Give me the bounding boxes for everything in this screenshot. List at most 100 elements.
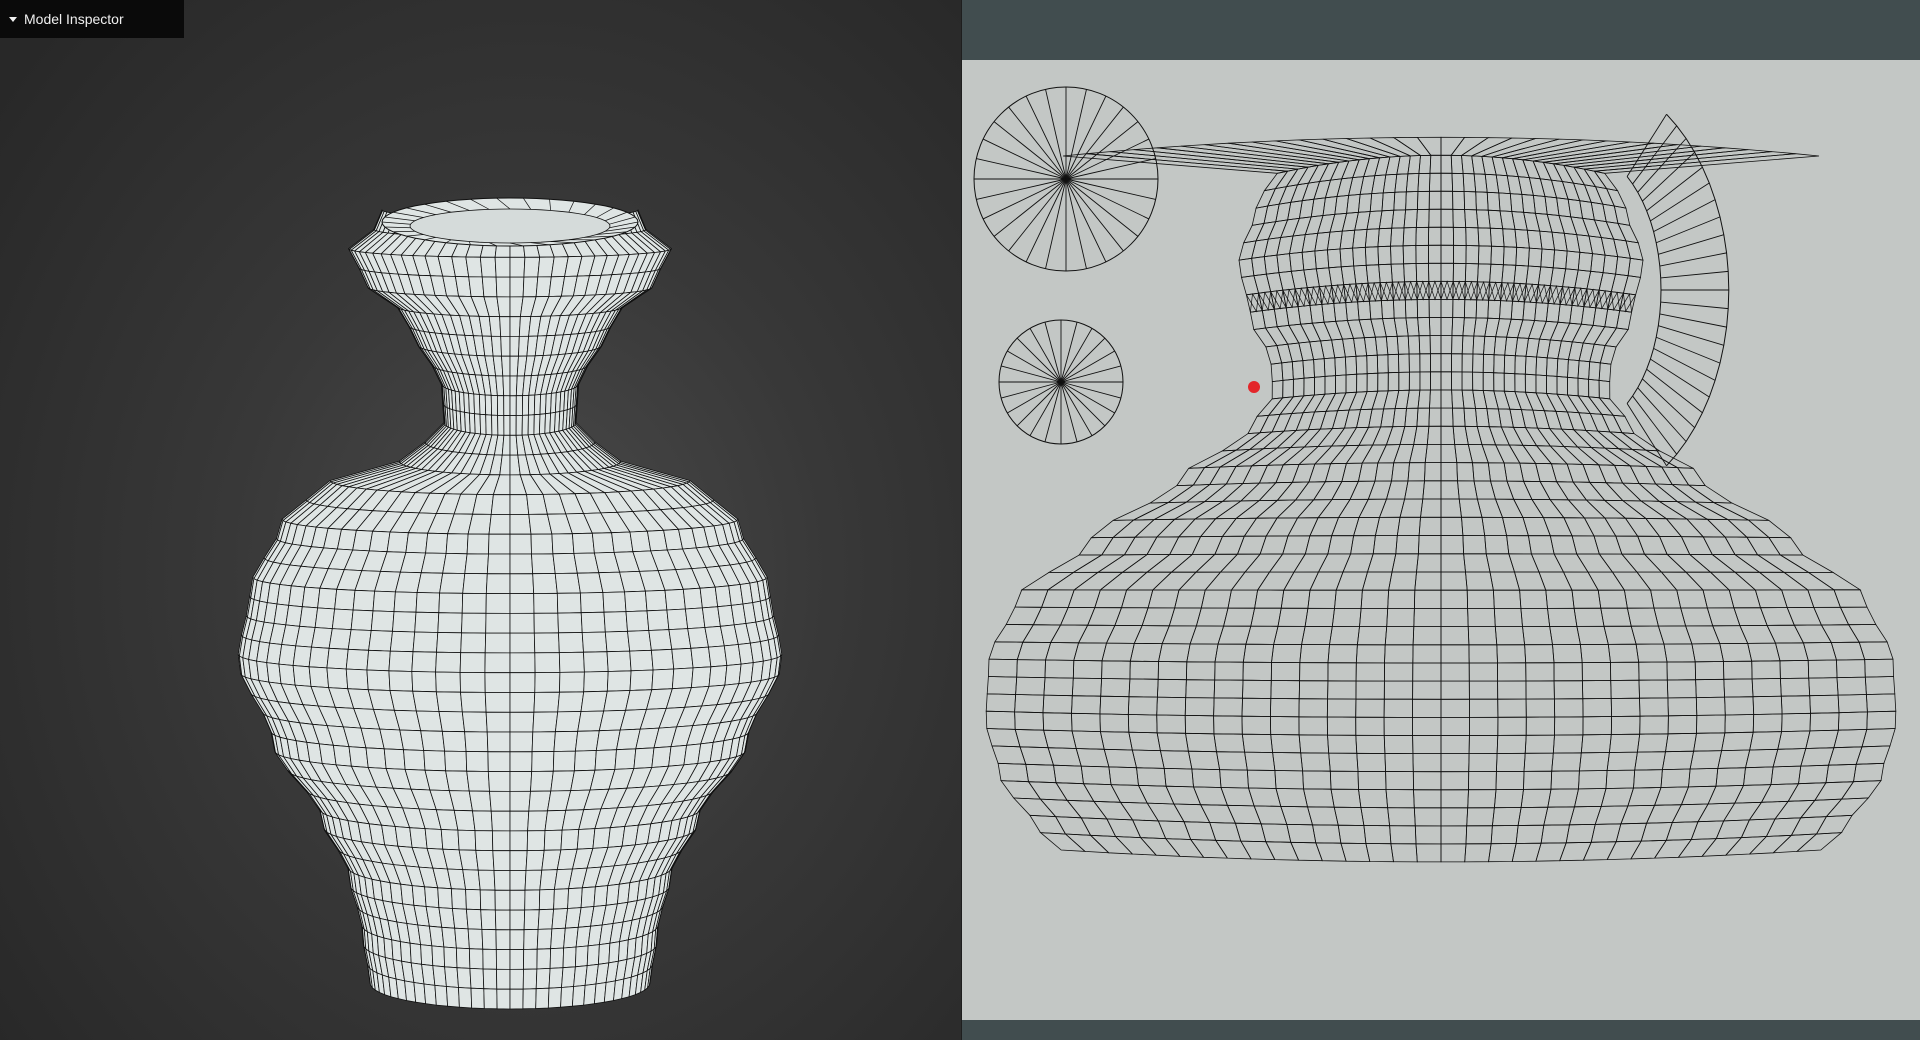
vase-face xyxy=(445,770,470,792)
vase-face xyxy=(576,828,596,850)
uv-face xyxy=(1495,174,1511,195)
vase-face xyxy=(331,608,354,631)
uv-face xyxy=(1249,310,1266,330)
uv-face xyxy=(1043,677,1074,697)
uv-fan-spoke xyxy=(1653,347,1716,381)
vase-face xyxy=(352,589,376,612)
uv-face xyxy=(1317,498,1351,519)
uv-face xyxy=(1525,680,1555,700)
uv-face xyxy=(1317,553,1352,573)
uv-face xyxy=(1101,660,1131,680)
uv-face xyxy=(1638,679,1669,699)
uv-face xyxy=(1108,766,1139,786)
uv-face xyxy=(1269,716,1300,736)
uv-face xyxy=(1299,322,1322,343)
vase-face xyxy=(556,592,582,614)
uv-face xyxy=(1404,407,1419,427)
uv-face xyxy=(1744,748,1779,769)
uv-face xyxy=(1428,317,1442,337)
uv-face xyxy=(1050,624,1089,644)
uv-face xyxy=(1391,553,1419,573)
uv-face xyxy=(1277,607,1309,627)
vase-face xyxy=(496,968,511,990)
uv-face xyxy=(1535,842,1567,862)
uv-face xyxy=(1634,751,1666,771)
uv-face xyxy=(1570,216,1590,237)
vase-face xyxy=(501,355,511,377)
uv-face xyxy=(1588,378,1600,399)
vase-face xyxy=(308,666,330,689)
uv-face xyxy=(1562,268,1579,289)
uv-face xyxy=(1314,249,1330,270)
uv-face xyxy=(1462,535,1487,555)
uv-face xyxy=(985,710,1016,730)
vase-face xyxy=(534,652,561,674)
uv-face xyxy=(1363,825,1392,845)
vase-face xyxy=(405,532,429,554)
model-inspector-header[interactable]: Model Inspector xyxy=(0,0,184,38)
vase-face xyxy=(526,830,546,852)
uv-face xyxy=(1064,833,1110,854)
vase-face xyxy=(473,393,481,415)
uv-face xyxy=(1151,571,1197,591)
vase-face xyxy=(459,671,486,693)
3d-viewport[interactable]: Model Inspector xyxy=(0,0,961,1040)
vase-face xyxy=(701,606,721,628)
uv-face xyxy=(1712,625,1749,645)
uv-face xyxy=(1770,765,1802,786)
uv-face xyxy=(1276,481,1310,501)
vase-face xyxy=(345,668,369,691)
vase-face xyxy=(464,731,489,753)
uv-canvas[interactable] xyxy=(962,60,1920,1020)
uv-face xyxy=(1283,571,1320,591)
uv-face xyxy=(1156,678,1187,699)
uv-face xyxy=(1440,753,1470,773)
uv-face xyxy=(1071,712,1101,733)
vase-face xyxy=(509,612,535,634)
uv-face xyxy=(1239,482,1277,502)
uv-face xyxy=(1404,480,1425,500)
vase-face xyxy=(580,690,608,712)
caret-down-icon[interactable] xyxy=(9,16,17,22)
uv-face xyxy=(1377,227,1393,248)
uv-face xyxy=(1524,644,1555,664)
uv-face xyxy=(1253,327,1278,348)
vase-face xyxy=(571,984,586,1007)
uv-face xyxy=(1839,606,1877,626)
uv-face xyxy=(1361,444,1388,464)
uv-face xyxy=(1666,661,1697,681)
uv-face xyxy=(1501,157,1519,178)
uv-face xyxy=(1313,392,1337,413)
uv-face xyxy=(1358,426,1382,446)
uv-face xyxy=(1219,448,1265,468)
vase-face xyxy=(509,672,536,693)
uv-face xyxy=(1689,750,1723,770)
uv-face xyxy=(1579,200,1595,221)
uv-face xyxy=(1680,785,1717,806)
uv-face xyxy=(1639,715,1669,735)
uv-face xyxy=(1159,750,1193,770)
uv-face xyxy=(1440,280,1454,300)
uv-face xyxy=(1369,137,1422,157)
vase-face xyxy=(494,889,511,911)
uv-layout[interactable] xyxy=(962,60,1920,1020)
uv-face xyxy=(1586,270,1604,291)
uv-face xyxy=(1258,481,1294,502)
vase-face xyxy=(552,552,578,574)
uv-face xyxy=(1318,161,1340,182)
uv-face xyxy=(1333,806,1365,826)
uv-bottom-cap-island-spoke xyxy=(1060,381,1122,399)
vase-face xyxy=(509,316,521,337)
uv-face xyxy=(1546,339,1562,360)
uv-face xyxy=(1506,535,1532,555)
uv-face xyxy=(1420,498,1442,518)
uv-face xyxy=(1782,571,1836,591)
uv-face xyxy=(1549,625,1581,646)
uv-face xyxy=(1621,553,1663,573)
vase-face xyxy=(549,947,565,969)
uv-face xyxy=(1025,763,1057,784)
uv-editor-panel[interactable] xyxy=(962,0,1920,1040)
uv-zig-edge xyxy=(1367,282,1381,302)
vase-face xyxy=(521,394,530,416)
vase-mesh[interactable] xyxy=(0,0,961,1040)
